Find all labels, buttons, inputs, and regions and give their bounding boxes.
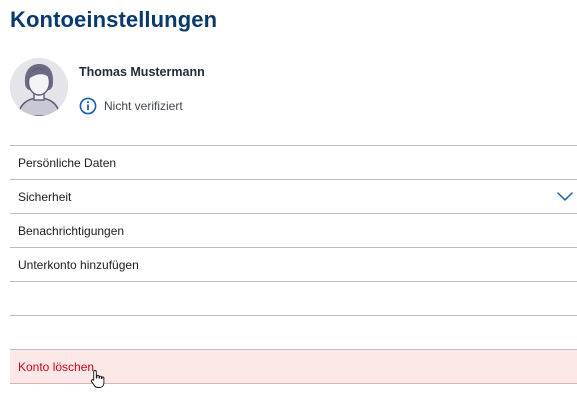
verification-status[interactable]: Nicht verifiziert xyxy=(79,96,183,116)
settings-item-label: Sicherheit xyxy=(18,189,72,204)
verification-status-text: Nicht verifiziert xyxy=(104,99,183,113)
settings-item-security[interactable]: Sicherheit xyxy=(10,180,577,214)
page-title: Kontoeinstellungen xyxy=(10,7,218,32)
profile-header: Thomas Mustermann Nicht verifiziert xyxy=(10,58,570,122)
delete-account-label: Konto löschen xyxy=(18,359,95,374)
user-avatar-icon xyxy=(10,58,68,116)
profile-name: Thomas Mustermann xyxy=(79,65,205,79)
delete-account-button[interactable]: Konto löschen xyxy=(10,350,577,384)
settings-item-empty xyxy=(10,316,577,350)
info-icon[interactable] xyxy=(79,97,97,115)
settings-item-label: Persönliche Daten xyxy=(18,155,117,170)
chevron-down-icon[interactable] xyxy=(557,190,573,202)
settings-item-add-subaccount[interactable]: Unterkonto hinzufügen xyxy=(10,248,577,282)
settings-item-label: Benachrichtigungen xyxy=(18,223,125,238)
settings-item-notifications[interactable]: Benachrichtigungen xyxy=(10,214,577,248)
avatar[interactable] xyxy=(10,58,68,116)
settings-item-empty xyxy=(10,282,577,316)
settings-item-personal-data[interactable]: Persönliche Daten xyxy=(10,146,577,180)
settings-list: Persönliche Daten Sicherheit Benachricht… xyxy=(10,145,577,384)
settings-item-label: Unterkonto hinzufügen xyxy=(18,257,139,272)
